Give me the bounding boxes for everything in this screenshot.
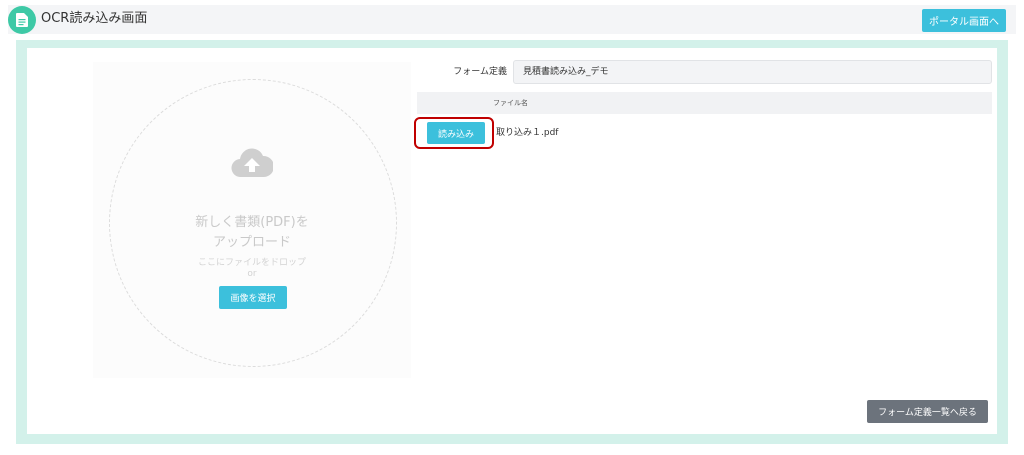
table-row: 読み込み 取り込み１.pdf	[414, 114, 992, 150]
document-icon	[8, 6, 36, 34]
select-image-button[interactable]: 画像を選択	[219, 286, 287, 309]
column-header-filename: ファイル名	[493, 99, 528, 107]
page-title: OCR読み込み画面	[41, 11, 148, 26]
cloud-upload-icon	[231, 147, 275, 179]
upload-title-line2: アップロード	[212, 235, 291, 250]
upload-title-line1: 新しく書類(PDF)を	[195, 215, 309, 230]
form-definition-select[interactable]: 見積書読み込み_デモ	[513, 60, 992, 84]
main-panel: 新しく書類(PDF)を アップロード ここにファイルをドロップ or 画像を選択…	[16, 40, 1008, 444]
table-header: ファイル名	[417, 92, 992, 114]
back-to-form-list-button[interactable]: フォーム定義一覧へ戻る	[867, 400, 988, 423]
main-panel-content: 新しく書類(PDF)を アップロード ここにファイルをドロップ or 画像を選択…	[27, 48, 997, 434]
file-name: 取り込み１.pdf	[496, 128, 559, 138]
portal-button[interactable]: ポータル画面へ	[922, 9, 1006, 32]
ocr-page: OCR読み込み画面 ポータル画面へ 新しく書類(PDF)を アップロード ここに…	[0, 0, 1024, 455]
or-text: or	[247, 269, 257, 279]
upload-dropzone[interactable]: 新しく書類(PDF)を アップロード ここにファイルをドロップ or 画像を選択	[93, 62, 411, 378]
page-header: OCR読み込み画面 ポータル画面へ	[8, 5, 1016, 34]
read-button[interactable]: 読み込み	[427, 122, 485, 144]
form-definition-label: フォーム定義	[453, 67, 507, 77]
